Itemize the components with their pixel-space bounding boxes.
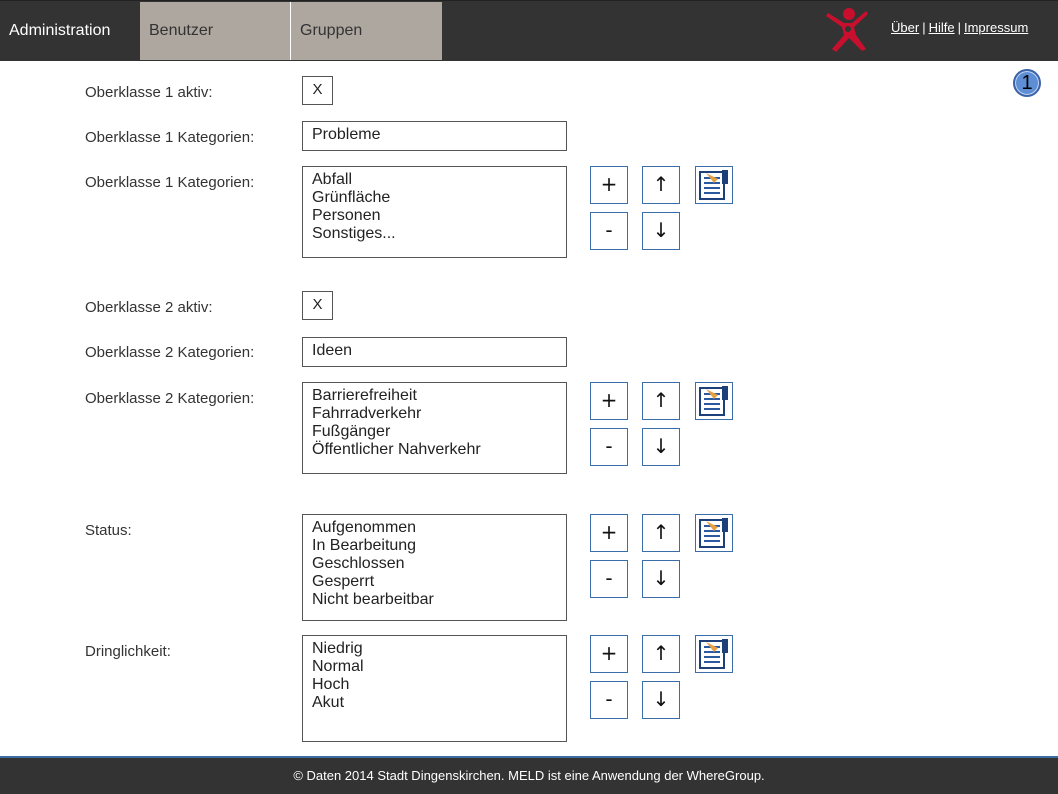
- move-down-button[interactable]: ↓: [642, 428, 680, 466]
- list-option[interactable]: Geschlossen: [312, 555, 557, 573]
- list-option[interactable]: Niedrig: [312, 640, 557, 658]
- dringlichkeit-listbox[interactable]: Niedrig Normal Hoch Akut: [302, 635, 567, 742]
- top-nav-bar: Administration Benutzer Gruppen Über | Hil…: [0, 0, 1058, 61]
- add-button[interactable]: +: [590, 514, 628, 552]
- nav-tab-benutzer[interactable]: Benutzer: [140, 2, 291, 60]
- status-listbox[interactable]: Aufgenommen In Bearbeitung Geschlossen G…: [302, 514, 567, 621]
- list-option[interactable]: In Bearbeitung: [312, 537, 557, 555]
- list-option[interactable]: Barrierefreiheit: [312, 387, 557, 405]
- ok2-aktiv-label: Oberklasse 2 aktiv:: [85, 299, 213, 316]
- ok1-list-label: Oberklasse 1 Kategorien:: [85, 174, 255, 191]
- ok2-kategorien-label: Oberklasse 2 Kategorien:: [85, 344, 255, 361]
- edit-document-icon: [699, 386, 728, 416]
- list-option[interactable]: Sonstiges...: [312, 225, 557, 243]
- ok2-aktiv-checkbox[interactable]: X: [302, 291, 333, 320]
- edit-document-icon: [699, 518, 728, 548]
- edit-list-button[interactable]: [695, 635, 733, 673]
- ok1-kategorien-listbox[interactable]: Abfall Grünfläche Personen Sonstiges...: [302, 166, 567, 258]
- list-option[interactable]: Normal: [312, 658, 557, 676]
- edit-list-button[interactable]: [695, 382, 733, 420]
- move-up-button[interactable]: ↑: [642, 382, 680, 420]
- move-up-button[interactable]: ↑: [642, 166, 680, 204]
- ok2-list-label: Oberklasse 2 Kategorien:: [85, 390, 255, 407]
- remove-button[interactable]: -: [590, 681, 628, 719]
- link-hilfe[interactable]: Hilfe: [929, 20, 955, 35]
- notification-badge[interactable]: 1: [1013, 69, 1041, 97]
- list-option[interactable]: Gesperrt: [312, 573, 557, 591]
- list-option[interactable]: Aufgenommen: [312, 519, 557, 537]
- edit-list-button[interactable]: [695, 514, 733, 552]
- list-option[interactable]: Grünfläche: [312, 189, 557, 207]
- ok1-kategorien-label: Oberklasse 1 Kategorien:: [85, 129, 255, 146]
- status-label: Status:: [85, 522, 132, 539]
- ok2-kategorien-listbox[interactable]: Barrierefreiheit Fahrradverkehr Fußgänge…: [302, 382, 567, 474]
- list-option[interactable]: Hoch: [312, 676, 557, 694]
- move-up-button[interactable]: ↑: [642, 635, 680, 673]
- ok2-kategorien-input[interactable]: Ideen: [302, 337, 567, 367]
- link-separator: |: [957, 20, 961, 35]
- add-button[interactable]: +: [590, 382, 628, 420]
- move-down-button[interactable]: ↓: [642, 212, 680, 250]
- link-impressum[interactable]: Impressum: [964, 20, 1028, 35]
- remove-button[interactable]: -: [590, 560, 628, 598]
- nav-tab-gruppen[interactable]: Gruppen: [291, 2, 442, 60]
- link-ueber[interactable]: Über: [891, 20, 919, 35]
- list-option[interactable]: Akut: [312, 694, 557, 712]
- edit-document-icon: [699, 639, 728, 669]
- ok1-aktiv-label: Oberklasse 1 aktiv:: [85, 84, 213, 101]
- list-option[interactable]: Fahrradverkehr: [312, 405, 557, 423]
- meld-logo-icon: [826, 8, 868, 52]
- dringlichkeit-label: Dringlichkeit:: [85, 643, 171, 660]
- list-option[interactable]: Fußgänger: [312, 423, 557, 441]
- ok1-kategorien-input[interactable]: Probleme: [302, 121, 567, 151]
- move-down-button[interactable]: ↓: [642, 681, 680, 719]
- add-button[interactable]: +: [590, 166, 628, 204]
- list-option[interactable]: Personen: [312, 207, 557, 225]
- remove-button[interactable]: -: [590, 212, 628, 250]
- top-links: Über | Hilfe | Impressum: [891, 20, 1028, 35]
- link-separator: |: [922, 20, 926, 35]
- add-button[interactable]: +: [590, 635, 628, 673]
- list-option[interactable]: Öffentlicher Nahverkehr: [312, 441, 557, 459]
- remove-button[interactable]: -: [590, 428, 628, 466]
- list-option[interactable]: Nicht bearbeitbar: [312, 591, 557, 609]
- edit-document-icon: [699, 170, 728, 200]
- edit-list-button[interactable]: [695, 166, 733, 204]
- list-option[interactable]: Abfall: [312, 171, 557, 189]
- footer: © Daten 2014 Stadt Dingenskirchen. MELD …: [0, 756, 1058, 794]
- move-down-button[interactable]: ↓: [642, 560, 680, 598]
- move-up-button[interactable]: ↑: [642, 514, 680, 552]
- nav-tab-administration[interactable]: Administration: [0, 2, 139, 60]
- ok1-aktiv-checkbox[interactable]: X: [302, 76, 333, 105]
